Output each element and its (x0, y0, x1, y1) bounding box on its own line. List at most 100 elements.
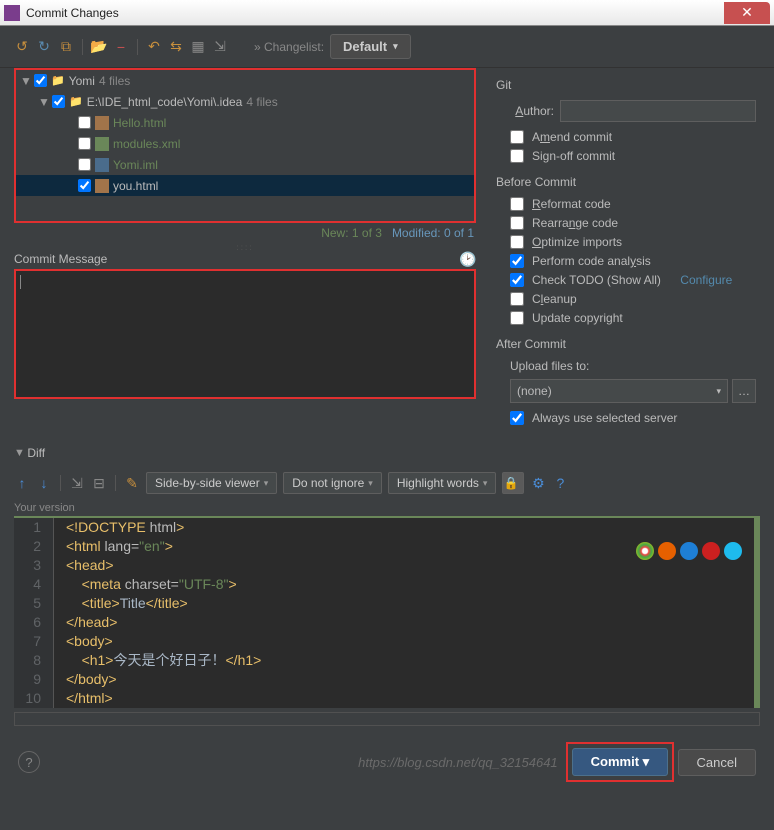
browser-icons (636, 542, 742, 560)
up-icon[interactable]: ↑ (14, 475, 30, 491)
file-checkbox[interactable] (78, 116, 91, 129)
ignore-dropdown[interactable]: Do not ignore (283, 472, 382, 494)
diff-icon[interactable]: ⇆ (168, 39, 184, 55)
close-button[interactable]: ✕ (724, 2, 770, 24)
firefox-icon[interactable] (658, 542, 676, 560)
git-section: Git (496, 78, 756, 92)
history-icon[interactable]: 🕑 (460, 251, 476, 267)
tree-file-selected[interactable]: you.html (16, 175, 474, 196)
configure-link[interactable]: Configure (680, 273, 732, 287)
settings-icon[interactable]: ⚙ (530, 475, 546, 491)
file-checkbox[interactable] (78, 158, 91, 171)
revert-icon[interactable]: ↶ (146, 39, 162, 55)
optimize-label: Optimize imports (532, 235, 622, 249)
tree-file[interactable]: Hello.html (16, 112, 474, 133)
todo-label: Check TODO (Show All) (532, 273, 661, 287)
remove-icon[interactable]: − (113, 39, 129, 55)
move-icon[interactable]: 📂 (91, 39, 107, 55)
signoff-label: Sign-off commit (532, 149, 615, 163)
changelist-dropdown[interactable]: Default▾ (330, 34, 411, 59)
amend-label: Amend commit (532, 130, 612, 144)
diff-toolbar: ↑ ↓ ⇲ ⊟ ✎ Side-by-side viewer Do not ign… (0, 466, 774, 500)
reformat-checkbox[interactable] (510, 197, 524, 211)
analysis-label: Perform code analysis (532, 254, 651, 268)
tree-file[interactable]: modules.xml (16, 133, 474, 154)
tree-subroot[interactable]: ▼ 📁 E:\IDE_html_code\Yomi\.idea 4 files (16, 91, 474, 112)
horizontal-scrollbar[interactable] (14, 712, 760, 726)
after-section: After Commit (496, 337, 756, 351)
down-icon[interactable]: ↓ (36, 475, 52, 491)
subroot-info: 4 files (246, 95, 277, 109)
footer: ? https://blog.csdn.net/qq_32154641 Comm… (0, 726, 774, 798)
titlebar: Commit Changes ✕ (0, 0, 774, 26)
lock-icon[interactable]: 🔒 (502, 472, 524, 494)
file-checkbox[interactable] (78, 179, 91, 192)
folder-icon: 📁 (69, 95, 83, 108)
always-checkbox[interactable] (510, 411, 524, 425)
todo-checkbox[interactable] (510, 273, 524, 287)
cleanup-label: Cleanup (532, 292, 577, 306)
chrome-icon[interactable] (636, 542, 654, 560)
collapse-icon[interactable]: ⊟ (91, 475, 107, 491)
copyright-checkbox[interactable] (510, 311, 524, 325)
commit-message-input[interactable] (14, 269, 476, 399)
tree-root[interactable]: ▼ 📁 Yomi 4 files (16, 70, 474, 91)
copy-icon[interactable]: ⧉ (58, 39, 74, 55)
highlight-dropdown[interactable]: Highlight words (388, 472, 497, 494)
ie-icon[interactable] (724, 542, 742, 560)
html-icon (95, 116, 109, 130)
file-name: Yomi.iml (113, 158, 158, 172)
safari-icon[interactable] (680, 542, 698, 560)
code-editor[interactable]: 1<!DOCTYPE html> 2<html lang="en"> 3<hea… (14, 516, 760, 708)
rearrange-checkbox[interactable] (510, 216, 524, 230)
commit-button[interactable]: Commit ▾ (572, 748, 669, 776)
group-icon[interactable]: ▦ (190, 39, 206, 55)
commit-message-header: Commit Message 🕑 (0, 251, 490, 267)
tree-file[interactable]: Yomi.iml (16, 154, 474, 175)
help-button[interactable]: ? (18, 751, 40, 773)
toolbar: ↺ ↻ ⧉ 📂 − ↶ ⇆ ▦ ⇲ » Changelist: Default▾ (0, 26, 774, 68)
view-mode-dropdown[interactable]: Side-by-side viewer (146, 472, 277, 494)
upload-dropdown[interactable]: (none)▾ (510, 379, 728, 403)
sync-icon[interactable]: ↻ (36, 39, 52, 55)
folder-icon: 📁 (51, 74, 65, 87)
always-label: Always use selected server (532, 411, 677, 425)
changelist-label: » Changelist: (254, 40, 324, 54)
xml-icon (95, 137, 109, 151)
root-checkbox[interactable] (34, 74, 47, 87)
status-new: New: 1 of 3 (321, 226, 382, 240)
status-modified: Modified: 0 of 1 (392, 226, 474, 240)
diff-label: Diff (27, 446, 45, 460)
version-label: Your version (0, 500, 774, 516)
commit-message-label: Commit Message (14, 252, 107, 266)
html-icon (95, 179, 109, 193)
status-bar: New: 1 of 3 Modified: 0 of 1 (0, 223, 490, 243)
iml-icon (95, 158, 109, 172)
help-icon[interactable]: ? (552, 475, 568, 491)
refresh-icon[interactable]: ↺ (14, 39, 30, 55)
opera-icon[interactable] (702, 542, 720, 560)
amend-checkbox[interactable] (510, 130, 524, 144)
analysis-checkbox[interactable] (510, 254, 524, 268)
drag-handle[interactable]: :::: (0, 243, 490, 251)
root-info: 4 files (99, 74, 130, 88)
rearrange-label: Rearrange code (532, 216, 618, 230)
optimize-checkbox[interactable] (510, 235, 524, 249)
app-icon (4, 5, 20, 21)
signoff-checkbox[interactable] (510, 149, 524, 163)
cancel-button[interactable]: Cancel (678, 749, 756, 776)
file-checkbox[interactable] (78, 137, 91, 150)
window-title: Commit Changes (26, 6, 724, 20)
root-name: Yomi (69, 74, 95, 88)
export-icon[interactable]: ⇲ (69, 475, 85, 491)
edit-icon[interactable]: ✎ (124, 475, 140, 491)
cleanup-checkbox[interactable] (510, 292, 524, 306)
expand-icon[interactable]: ⇲ (212, 39, 228, 55)
file-name: Hello.html (113, 116, 166, 130)
author-input[interactable] (560, 100, 756, 122)
diff-header[interactable]: ▼ Diff (0, 440, 774, 466)
upload-ellipsis[interactable]: … (732, 379, 756, 403)
reformat-label: Reformat code (532, 197, 611, 211)
subroot-checkbox[interactable] (52, 95, 65, 108)
file-tree[interactable]: ▼ 📁 Yomi 4 files ▼ 📁 E:\IDE_html_code\Yo… (14, 68, 476, 223)
